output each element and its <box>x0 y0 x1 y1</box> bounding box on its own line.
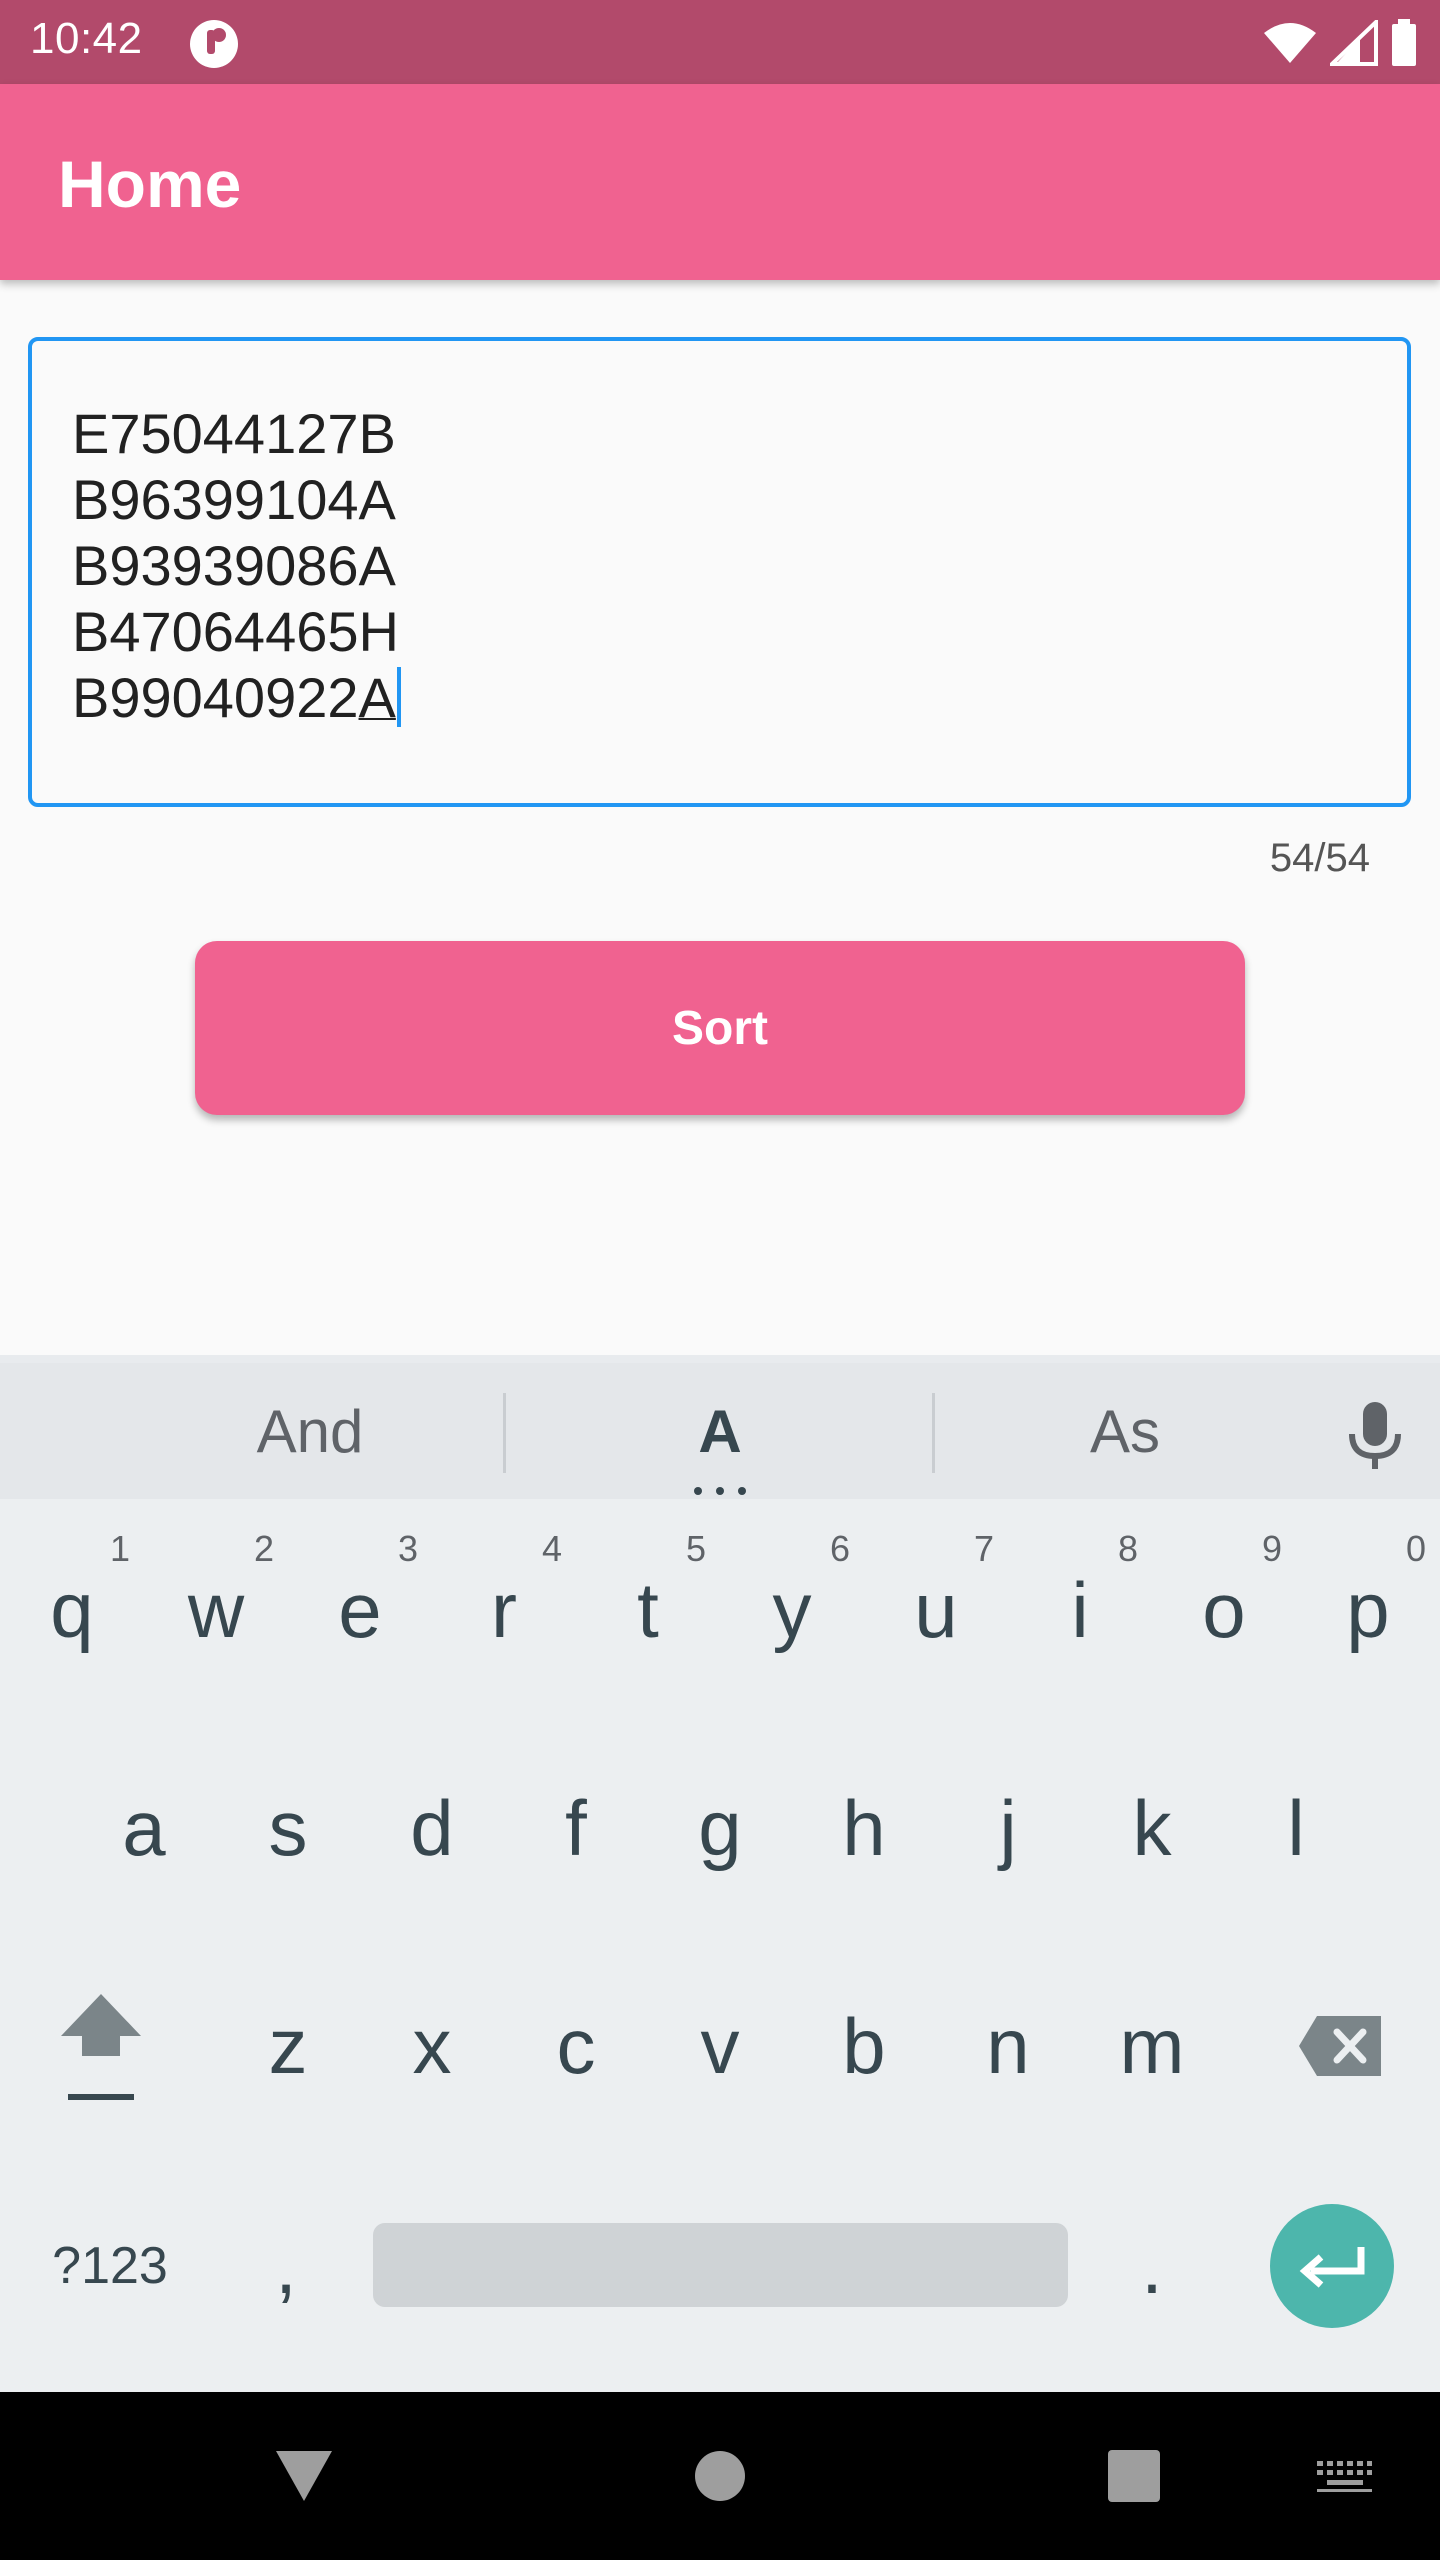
composing-char: A <box>358 666 396 729</box>
key-f[interactable]: f <box>504 1728 648 1928</box>
key-number-hint: 9 <box>1261 1528 1282 1569</box>
keyboard-switch-icon <box>1317 2461 1372 2492</box>
key-number-hint: 7 <box>973 1528 994 1569</box>
key-label: w <box>187 1565 245 1654</box>
key-k[interactable]: k <box>1080 1728 1224 1928</box>
battery-icon <box>1392 19 1416 66</box>
more-suggestions-dots[interactable] <box>694 1487 746 1495</box>
back-button[interactable] <box>254 2392 354 2560</box>
home-icon <box>695 2451 745 2501</box>
key-label: u <box>914 1565 958 1654</box>
sort-button[interactable]: Sort <box>195 941 1245 1115</box>
home-button[interactable] <box>670 2392 770 2560</box>
character-counter: 54/54 <box>1269 836 1370 880</box>
status-icons <box>1262 18 1418 68</box>
shift-icon <box>61 1994 141 2100</box>
key-u[interactable]: 7u <box>864 1510 1008 1710</box>
suggestion-strip: And A As <box>0 1363 1440 1499</box>
app-notification-icon <box>190 20 238 68</box>
key-t[interactable]: 5t <box>576 1510 720 1710</box>
key-g[interactable]: g <box>648 1728 792 1928</box>
status-bar: 10:42 <box>0 0 1440 84</box>
key-m[interactable]: m <box>1080 1946 1224 2146</box>
key-e[interactable]: 3e <box>288 1510 432 1710</box>
text-line: B96399104A <box>72 468 396 531</box>
suggestion-divider <box>503 1393 506 1473</box>
keyboard-switch-button[interactable] <box>1294 2392 1394 2560</box>
key-label: t <box>637 1565 659 1654</box>
enter-key[interactable] <box>1270 2204 1394 2328</box>
key-label: e <box>338 1565 382 1654</box>
key-p[interactable]: 0p <box>1296 1510 1440 1710</box>
key-number-hint: 4 <box>541 1528 562 1569</box>
codes-text-field[interactable]: E75044127B B96399104A B93939086A B470644… <box>28 337 1411 807</box>
key-label: i <box>1071 1565 1089 1654</box>
system-nav-bar <box>0 2392 1440 2560</box>
key-number-hint: 2 <box>253 1528 274 1569</box>
key-label: q <box>50 1565 94 1654</box>
wifi-icon <box>1264 23 1316 63</box>
key-label: o <box>1202 1565 1246 1654</box>
mic-icon[interactable] <box>1346 1400 1404 1472</box>
key-d[interactable]: d <box>360 1728 504 1928</box>
text-line: B47064465H <box>72 600 399 663</box>
key-r[interactable]: 4r <box>432 1510 576 1710</box>
key-number-hint: 5 <box>685 1528 706 1569</box>
key-number-hint: 3 <box>397 1528 418 1569</box>
key-h[interactable]: h <box>792 1728 936 1928</box>
key-s[interactable]: s <box>216 1728 360 1928</box>
enter-icon <box>1299 2247 1365 2288</box>
text-field-content[interactable]: E75044127B B96399104A B93939086A B470644… <box>72 401 401 731</box>
suggestion-1[interactable]: And <box>110 1363 510 1499</box>
shift-key[interactable] <box>30 1946 172 2146</box>
text-line: B93939086A <box>72 534 396 597</box>
space-key[interactable] <box>373 2223 1068 2307</box>
key-number-hint: 8 <box>1117 1528 1138 1569</box>
key-q[interactable]: 1q <box>0 1510 144 1710</box>
key-label: y <box>772 1565 812 1654</box>
symbols-key[interactable]: ?123 <box>30 2166 190 2366</box>
key-label: p <box>1346 1565 1390 1654</box>
key-i[interactable]: 8i <box>1008 1510 1152 1710</box>
recents-button[interactable] <box>1084 2392 1184 2560</box>
back-icon <box>276 2451 332 2501</box>
text-line: B99040922A <box>72 665 401 731</box>
backspace-key[interactable] <box>1268 1946 1412 2146</box>
backspace-icon <box>1299 2016 1381 2076</box>
key-j[interactable]: j <box>936 1728 1080 1928</box>
keyboard-top-border <box>0 1355 1440 1363</box>
key-c[interactable]: c <box>504 1946 648 2146</box>
suggestion-3[interactable]: As <box>925 1363 1325 1499</box>
key-number-hint: 1 <box>109 1528 130 1569</box>
suggestion-2[interactable]: A <box>520 1363 920 1499</box>
page-title: Home <box>58 147 242 221</box>
key-x[interactable]: x <box>360 1946 504 2146</box>
key-number-hint: 0 <box>1405 1528 1426 1569</box>
recents-icon <box>1108 2450 1160 2502</box>
key-w[interactable]: 2w <box>144 1510 288 1710</box>
key-y[interactable]: 6y <box>720 1510 864 1710</box>
key-b[interactable]: b <box>792 1946 936 2146</box>
key-label: r <box>491 1565 517 1654</box>
text-line-prefix: B99040922 <box>72 666 359 729</box>
period-key[interactable]: . <box>1082 2166 1222 2366</box>
key-o[interactable]: 9o <box>1152 1510 1296 1710</box>
key-v[interactable]: v <box>648 1946 792 2146</box>
cell-signal-icon <box>1330 20 1378 66</box>
status-time: 10:42 <box>30 14 143 63</box>
text-cursor <box>396 667 401 727</box>
text-line: E75044127B <box>72 402 396 465</box>
key-l[interactable]: l <box>1224 1728 1368 1928</box>
key-a[interactable]: a <box>72 1728 216 1928</box>
app-bar: Home <box>0 84 1440 280</box>
key-z[interactable]: z <box>216 1946 360 2146</box>
key-n[interactable]: n <box>936 1946 1080 2146</box>
comma-key[interactable]: , <box>216 2166 356 2366</box>
key-number-hint: 6 <box>829 1528 850 1569</box>
